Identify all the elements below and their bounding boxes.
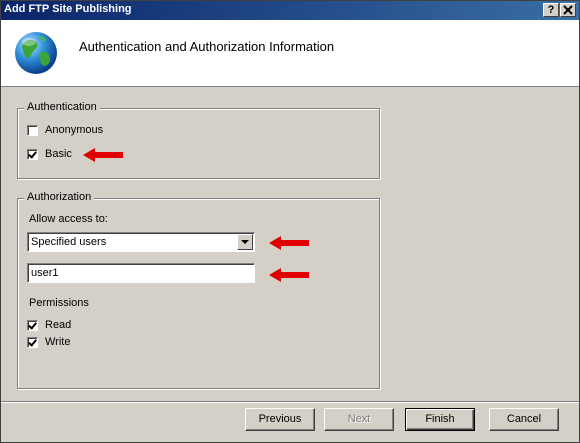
anonymous-label: Anonymous xyxy=(45,124,104,136)
anonymous-checkbox-box[interactable] xyxy=(27,124,38,136)
write-checkbox[interactable]: Write xyxy=(27,336,70,348)
help-button[interactable]: ? xyxy=(543,3,559,17)
allow-access-value: Specified users xyxy=(31,236,107,248)
read-checkbox-box[interactable] xyxy=(27,319,38,331)
footer-separator xyxy=(1,401,579,403)
red-arrow-icon xyxy=(269,268,309,282)
anonymous-checkbox[interactable]: Anonymous xyxy=(27,124,103,136)
authorization-legend: Authorization xyxy=(24,191,95,203)
write-checkbox-box[interactable] xyxy=(27,336,38,348)
basic-checkbox[interactable]: Basic xyxy=(27,148,72,160)
allow-access-dropdown[interactable]: Specified users xyxy=(27,232,255,252)
close-button[interactable] xyxy=(560,3,576,17)
chevron-down-icon[interactable] xyxy=(237,234,253,250)
next-button[interactable]: Next xyxy=(324,408,394,431)
title-bar[interactable]: Add FTP Site Publishing ? xyxy=(1,1,579,20)
red-arrow-icon xyxy=(83,148,123,162)
basic-checkbox-box[interactable] xyxy=(27,148,38,160)
permissions-label: Permissions xyxy=(29,297,89,309)
read-label: Read xyxy=(45,319,72,331)
previous-button[interactable]: Previous xyxy=(245,408,315,431)
finish-button[interactable]: Finish xyxy=(405,408,475,431)
close-icon xyxy=(563,5,573,15)
write-label: Write xyxy=(45,336,71,348)
dialog-window: Add FTP Site Publishing ? Authentication… xyxy=(0,0,580,443)
allow-access-label: Allow access to: xyxy=(29,213,108,225)
red-arrow-icon xyxy=(269,236,309,250)
page-title: Authentication and Authorization Informa… xyxy=(79,39,335,54)
cancel-button[interactable]: Cancel xyxy=(489,408,559,431)
globe-icon xyxy=(15,32,57,74)
window-title: Add FTP Site Publishing xyxy=(4,3,132,15)
basic-label: Basic xyxy=(45,148,72,160)
authentication-legend: Authentication xyxy=(24,101,100,113)
wizard-header: Authentication and Authorization Informa… xyxy=(1,20,579,87)
authentication-group: Authentication xyxy=(17,101,380,179)
read-checkbox[interactable]: Read xyxy=(27,319,71,331)
authorization-group: Authorization xyxy=(17,191,380,389)
users-input[interactable] xyxy=(27,263,255,283)
